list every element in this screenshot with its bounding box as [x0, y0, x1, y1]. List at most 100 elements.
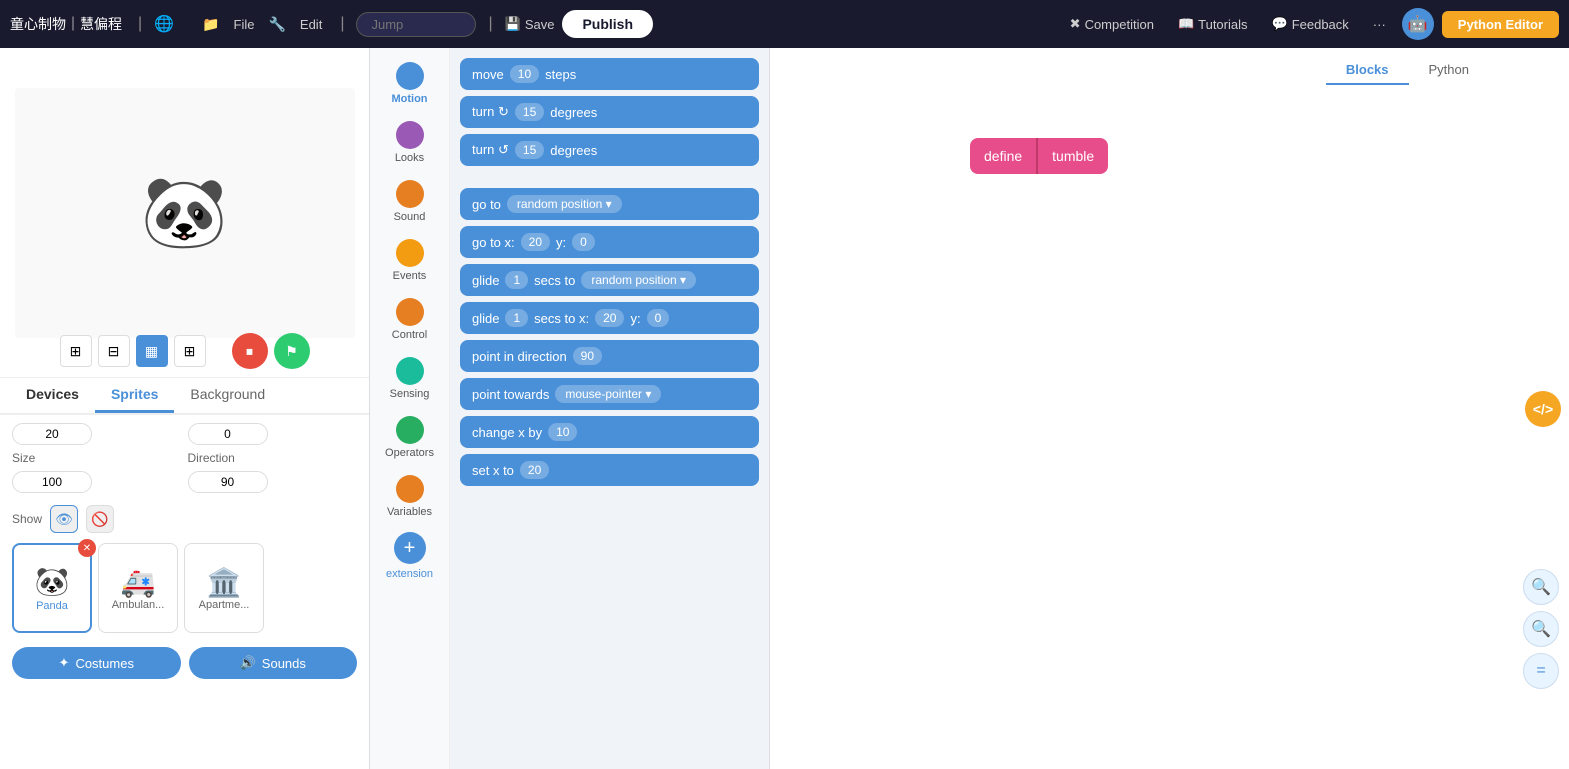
edit-button[interactable]: Edit: [294, 13, 328, 36]
block-point-towards-dropdown[interactable]: mouse-pointer ▾: [555, 385, 661, 403]
sound-label: Sound: [394, 211, 426, 223]
operators-label: Operators: [385, 447, 434, 459]
show-visible-btn[interactable]: 👁: [50, 505, 78, 533]
category-sound[interactable]: Sound: [374, 174, 446, 229]
motion-dot: [396, 62, 424, 90]
costumes-button[interactable]: ✦ Costumes: [12, 647, 181, 679]
costumes-icon: ✦: [59, 655, 70, 671]
nav-sep1: |: [340, 15, 344, 33]
block-turn-cw-text: turn ↻: [472, 104, 509, 120]
play-button[interactable]: ⚑: [274, 333, 310, 369]
zoom-search-btn[interactable]: 🔍: [1523, 569, 1559, 605]
size-input[interactable]: [12, 471, 92, 493]
looks-label: Looks: [395, 152, 424, 164]
ws-tab-python[interactable]: Python: [1409, 56, 1489, 85]
block-move-value: 10: [510, 65, 539, 83]
block-glide-xy-text1: glide: [472, 311, 499, 326]
block-point-dir[interactable]: point in direction 90: [460, 340, 759, 372]
control-label: Control: [392, 329, 427, 341]
block-glide-dropdown[interactable]: random position ▾: [581, 271, 696, 289]
zoom-out-btn[interactable]: 🔍: [1523, 611, 1559, 647]
python-editor-button[interactable]: Python Editor: [1442, 11, 1559, 38]
block-glide-xy[interactable]: glide 1 secs to x: 20 y: 0: [460, 302, 759, 334]
tab-sprites[interactable]: Sprites: [95, 378, 174, 413]
publish-button[interactable]: Publish: [562, 10, 653, 38]
category-operators[interactable]: Operators: [374, 410, 446, 465]
block-change-x[interactable]: change x by 10: [460, 416, 759, 448]
category-motion[interactable]: Motion: [374, 56, 446, 111]
sounds-button[interactable]: 🔊 Sounds: [189, 647, 358, 679]
events-dot: [396, 239, 424, 267]
category-variables[interactable]: Variables: [374, 469, 446, 524]
save-icon: 💾: [505, 16, 521, 32]
block-set-x[interactable]: set x to 20: [460, 454, 759, 486]
code-toggle-button[interactable]: </>: [1525, 391, 1561, 427]
tumble-part[interactable]: tumble: [1036, 138, 1108, 174]
sprite-properties: Size Direction: [0, 415, 369, 501]
tab-background[interactable]: Background: [174, 378, 281, 413]
left-panel: 🐼 ⊞ ⊟ ▦ ⊞ ⏹ ⚑ Devices Sprites Background: [0, 48, 370, 769]
costumes-label: Costumes: [75, 656, 134, 671]
sprite-close-panda[interactable]: ✕: [78, 539, 96, 557]
category-looks[interactable]: Looks: [374, 115, 446, 170]
extension-label: extension: [386, 568, 433, 580]
zoom-reset-btn[interactable]: =: [1523, 653, 1559, 689]
sprite-item-apartment[interactable]: 🏛️ Apartme...: [184, 543, 264, 633]
feedback-button[interactable]: 💬 Feedback: [1264, 12, 1357, 36]
motion-label: Motion: [391, 93, 427, 105]
direction-input[interactable]: [188, 471, 268, 493]
block-point-towards-text: point towards: [472, 387, 549, 402]
more-button[interactable]: ···: [1365, 13, 1394, 36]
jump-input[interactable]: [356, 12, 476, 37]
tutorials-button[interactable]: 📖 Tutorials: [1170, 12, 1256, 36]
view-grid-btn[interactable]: ⊟: [98, 335, 130, 367]
size-label: Size: [12, 451, 182, 465]
block-point-dir-text: point in direction: [472, 349, 567, 364]
topnav: 童心制物｜慧偏程 | 🌐 📁 File 🔧 Edit | | 💾 Save Pu…: [0, 0, 1569, 48]
sprite-item-ambulance[interactable]: 🚑 Ambulan...: [98, 543, 178, 633]
block-goto-dropdown[interactable]: random position ▾: [507, 195, 622, 213]
block-goto-text: go to: [472, 197, 501, 212]
block-turn-ccw[interactable]: turn ↺ 15 degrees: [460, 134, 759, 166]
extension-button[interactable]: +: [394, 532, 426, 564]
sounds-icon: 🔊: [240, 655, 256, 671]
sprite-item-panda[interactable]: ✕ 🐼 Panda: [12, 543, 92, 633]
y-prop: [188, 423, 358, 445]
sensing-dot: [396, 357, 424, 385]
define-part[interactable]: define: [970, 138, 1036, 174]
block-turn-ccw-value: 15: [515, 141, 544, 159]
panda-sprite: 🐼: [141, 172, 228, 254]
category-sensing[interactable]: Sensing: [374, 351, 446, 406]
view-split-btn[interactable]: ▦: [136, 335, 168, 367]
ws-tab-blocks[interactable]: Blocks: [1326, 56, 1409, 85]
category-control[interactable]: Control: [374, 292, 446, 347]
category-events[interactable]: Events: [374, 233, 446, 288]
show-hidden-btn[interactable]: 🚫: [86, 505, 114, 533]
y-input[interactable]: [188, 423, 268, 445]
block-goto-y-value: 0: [572, 233, 595, 251]
block-move[interactable]: move 10 steps: [460, 58, 759, 90]
view-tiles-btn[interactable]: ⊞: [174, 335, 206, 367]
file-icon: 📁: [202, 16, 219, 33]
block-goto-xy-text: go to x:: [472, 235, 515, 250]
workspace-tabs: Blocks Python: [1326, 56, 1489, 85]
x-input[interactable]: [12, 423, 92, 445]
sprite-emoji-apartment: 🏛️: [207, 566, 242, 599]
block-turn-cw[interactable]: turn ↻ 15 degrees: [460, 96, 759, 128]
operators-dot: [396, 416, 424, 444]
direction-prop: [188, 471, 358, 493]
file-button[interactable]: File: [228, 13, 261, 36]
competition-button[interactable]: ✖ Competition: [1062, 12, 1162, 36]
block-point-towards[interactable]: point towards mouse-pointer ▾: [460, 378, 759, 410]
tab-devices[interactable]: Devices: [10, 378, 95, 413]
block-goto-xy[interactable]: go to x: 20 y: 0: [460, 226, 759, 258]
save-button[interactable]: 💾 Save: [505, 16, 555, 32]
avatar[interactable]: 🤖: [1402, 8, 1434, 40]
stop-button[interactable]: ⏹: [232, 333, 268, 369]
block-goto-random[interactable]: go to random position ▾: [460, 188, 759, 220]
block-turn-ccw-text: turn ↺: [472, 142, 509, 158]
view-full-btn[interactable]: ⊞: [60, 335, 92, 367]
block-glide-random[interactable]: glide 1 secs to random position ▾: [460, 264, 759, 296]
variables-label: Variables: [387, 506, 432, 518]
sounds-label: Sounds: [262, 656, 306, 671]
